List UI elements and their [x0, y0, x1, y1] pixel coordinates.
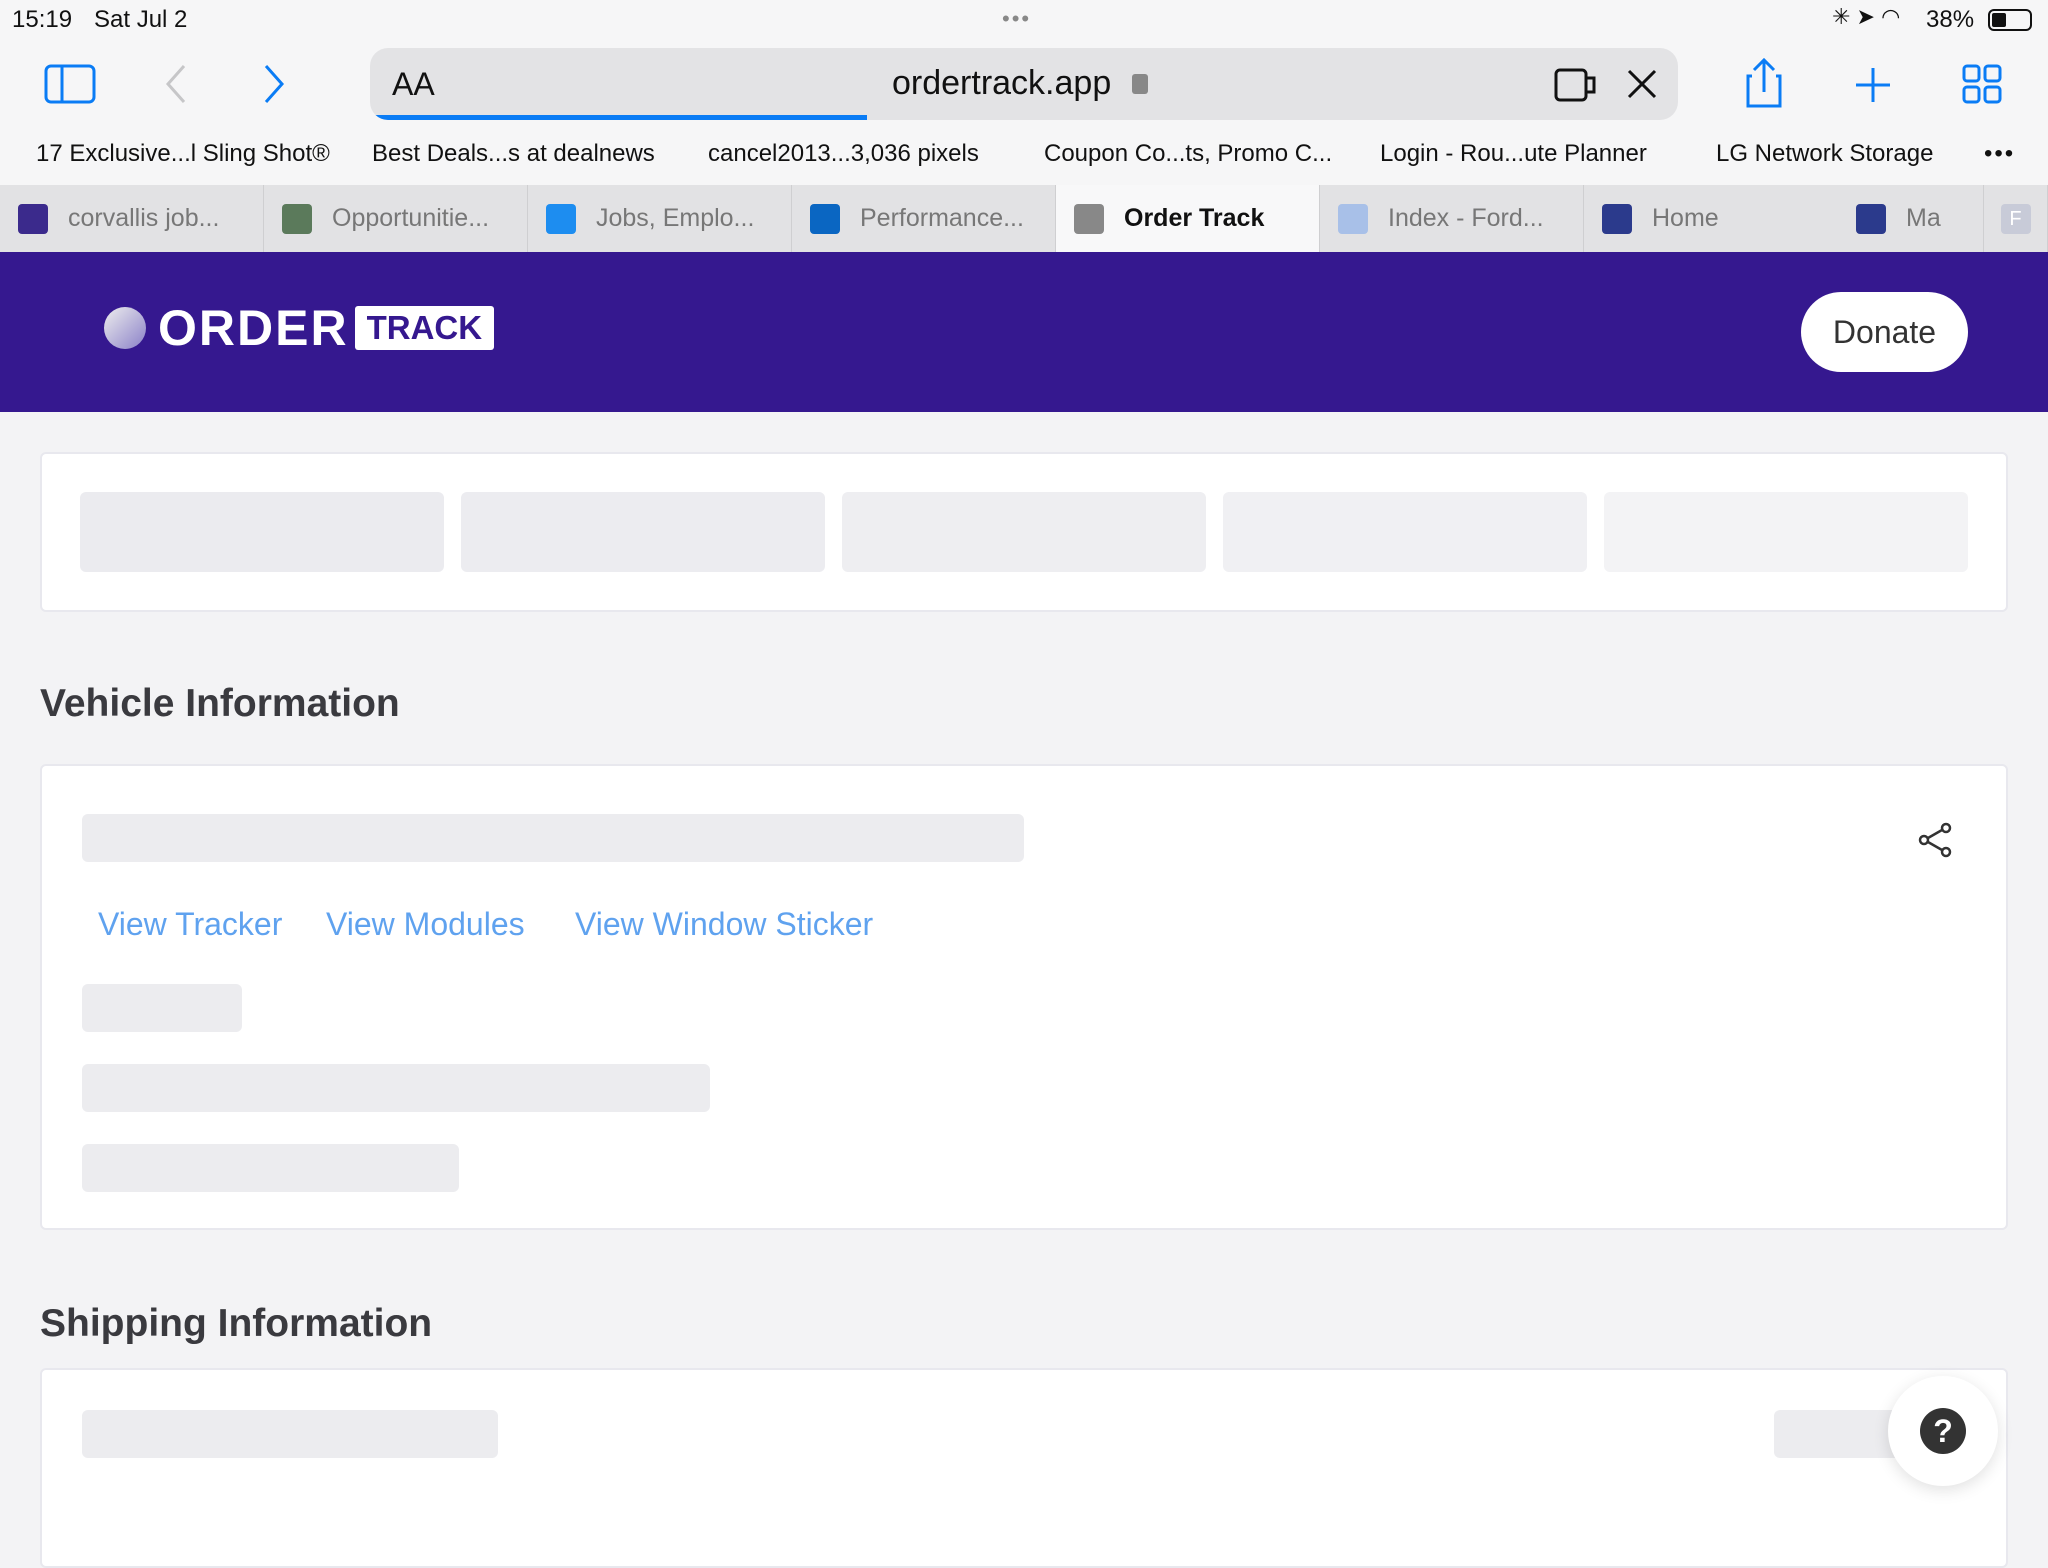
text-size-button[interactable]: AA [392, 66, 435, 103]
peace-icon [18, 203, 48, 234]
share-vehicle-icon[interactable] [1918, 822, 1954, 858]
stop-loading-icon[interactable] [1626, 68, 1658, 100]
help-icon: ? [1920, 1408, 1966, 1454]
f-icon: F [2000, 203, 2031, 234]
bookmarks-more-icon[interactable]: ••• [1984, 140, 2015, 168]
ford-icon [1602, 203, 1632, 234]
vehicle-section-title: Vehicle Information [40, 682, 400, 725]
view-window-sticker-link[interactable]: View Window Sticker [575, 906, 873, 943]
skeleton-placeholder [80, 492, 444, 572]
logo-text: ORDER [158, 300, 349, 356]
tab-item[interactable]: Ma [1838, 185, 1984, 252]
reader-extension-icon[interactable] [1554, 66, 1598, 104]
view-tracker-link[interactable]: View Tracker [98, 906, 282, 943]
back-icon[interactable] [164, 64, 188, 104]
skeleton-placeholder [461, 492, 825, 572]
tab-label: Ma [1906, 204, 1941, 232]
help-button[interactable]: ? [1888, 1376, 1998, 1486]
lock-icon [1132, 74, 1148, 94]
tab-label: Order Track [1124, 204, 1265, 232]
share-icon[interactable] [1744, 56, 1784, 108]
tab-label: Jobs, Emplo... [596, 204, 755, 232]
vehicle-card [40, 764, 2008, 1230]
sheet-icon [282, 203, 312, 234]
tab-item[interactable]: Jobs, Emplo... [528, 185, 792, 252]
site-header: ORDER TRACK Donate [0, 252, 2048, 412]
donate-button[interactable]: Donate [1801, 292, 1968, 372]
tab-item[interactable]: Opportunitie... [264, 185, 528, 252]
shipping-card [40, 1368, 2008, 1568]
status-date: Sat Jul 2 [94, 6, 188, 33]
tab-label: Index - Ford... [1388, 204, 1544, 232]
document-icon [1338, 203, 1368, 234]
skeleton-placeholder [82, 1064, 710, 1112]
multitask-dots-icon[interactable]: ••• [1002, 6, 1031, 32]
tab-item[interactable]: F [1984, 185, 2048, 252]
load-progress-bar [370, 115, 868, 120]
loading-tabs-card [40, 452, 2008, 612]
battery-percent: 38% [1926, 6, 1975, 33]
tab-label: corvallis job... [68, 204, 220, 232]
status-icons: ✳ ➤ ◠ [1832, 4, 1901, 29]
skeleton-placeholder [1223, 492, 1587, 572]
skeleton-placeholder [82, 984, 242, 1032]
skeleton-placeholder [1604, 492, 1968, 572]
tab-label: Home [1652, 204, 1719, 232]
tab-label: Performance... [860, 204, 1024, 232]
skeleton-placeholder [82, 814, 1024, 862]
bookmark-item[interactable]: cancel2013...3,036 pixels [708, 140, 979, 168]
new-tab-icon[interactable] [1854, 66, 1892, 104]
forward-icon[interactable] [262, 64, 286, 104]
bookmark-item[interactable]: 17 Exclusive...l Sling Shot® [36, 140, 330, 168]
tab-item[interactable]: Order Track [1056, 185, 1320, 252]
address-bar[interactable]: AA ordertrack.app [370, 48, 1678, 120]
logo-badge: TRACK [354, 306, 495, 350]
info-icon [546, 203, 576, 234]
skeleton-placeholder [82, 1144, 459, 1192]
sidebar-icon[interactable] [44, 64, 96, 104]
browser-chrome: 15:19 Sat Jul 2 ••• ✳ ➤ ◠ 38% AA ordertr… [0, 0, 2048, 252]
bookmark-item[interactable]: Login - Rou...ute Planner [1380, 140, 1647, 168]
tab-item[interactable]: Index - Ford... [1320, 185, 1584, 252]
skeleton-placeholder [1774, 1410, 1904, 1458]
linkedin-icon [810, 203, 840, 234]
status-time: 15:19 [12, 6, 73, 33]
battery-icon [1988, 9, 2032, 31]
shipping-section-title: Shipping Information [40, 1302, 433, 1345]
tab-item[interactable]: Home [1584, 185, 1848, 252]
bookmark-item[interactable]: LG Network Storage [1716, 140, 1933, 168]
bookmark-item[interactable]: Best Deals...s at dealnews [372, 140, 655, 168]
skeleton-placeholder [82, 1410, 498, 1458]
close-icon[interactable] [1074, 203, 1104, 234]
skeleton-placeholder [842, 492, 1206, 572]
bookmark-item[interactable]: Coupon Co...ts, Promo C... [1044, 140, 1332, 168]
tab-label: Opportunitie... [332, 204, 490, 232]
tab-overview-icon[interactable] [1962, 64, 2002, 104]
ford-icon [1856, 203, 1886, 234]
logo-mark-icon [104, 307, 146, 349]
logo[interactable]: ORDER TRACK [104, 300, 495, 356]
tab-item[interactable]: Performance... [792, 185, 1056, 252]
tab-item[interactable]: corvallis job... [0, 185, 264, 252]
view-modules-link[interactable]: View Modules [326, 906, 525, 943]
url-text[interactable]: ordertrack.app [892, 64, 1111, 103]
